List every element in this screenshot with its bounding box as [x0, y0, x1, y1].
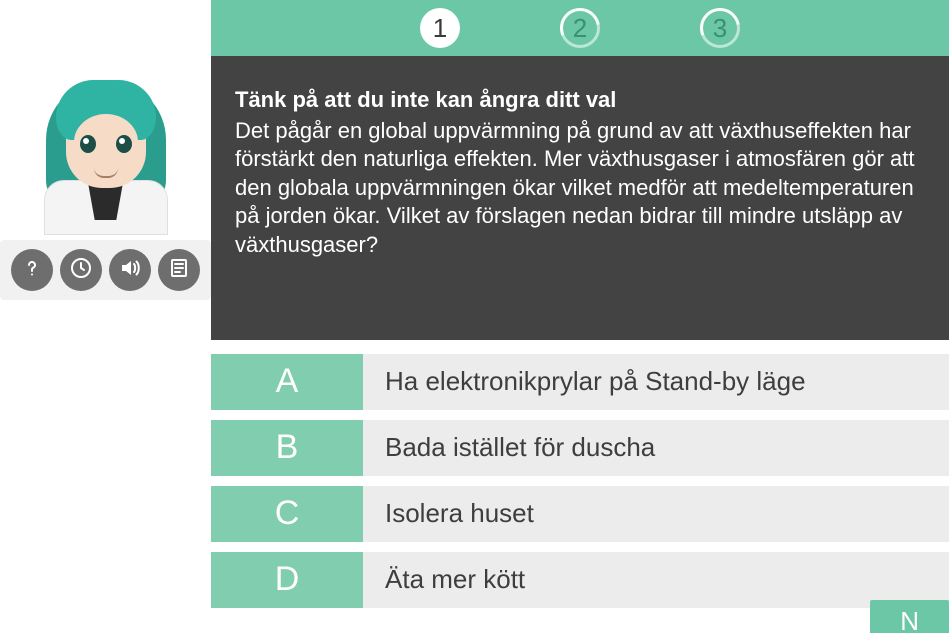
- answer-text: Ha elektronikprylar på Stand-by läge: [363, 354, 949, 410]
- question-body: Det pågår en global uppvärmning på grund…: [235, 117, 925, 260]
- main-panel: 1 2 3 Tänk på att du inte kan ångra ditt…: [211, 0, 949, 608]
- step-label: 3: [713, 13, 727, 44]
- answer-letter: B: [211, 420, 363, 476]
- clock-icon: [69, 256, 93, 285]
- answer-letter: A: [211, 354, 363, 410]
- question-box: Tänk på att du inte kan ångra ditt val D…: [211, 56, 949, 340]
- answer-letter: C: [211, 486, 363, 542]
- question-warning: Tänk på att du inte kan ångra ditt val: [235, 86, 925, 115]
- next-button[interactable]: N: [870, 600, 949, 633]
- side-toolbar: [0, 240, 211, 300]
- tutor-avatar: [36, 70, 176, 230]
- answer-list: A Ha elektronikprylar på Stand-by läge B…: [211, 340, 949, 608]
- transcript-button[interactable]: [158, 249, 200, 291]
- answer-option-a[interactable]: A Ha elektronikprylar på Stand-by läge: [211, 354, 949, 410]
- step-2[interactable]: 2: [560, 8, 600, 48]
- step-label: 1: [433, 13, 447, 44]
- sound-button[interactable]: [109, 249, 151, 291]
- answer-text: Isolera huset: [363, 486, 949, 542]
- step-bar: 1 2 3: [211, 0, 949, 56]
- next-label: N: [900, 606, 919, 633]
- sound-icon: [118, 256, 142, 285]
- help-button[interactable]: [11, 249, 53, 291]
- transcript-icon: [167, 256, 191, 285]
- help-icon: [20, 256, 44, 285]
- answer-option-c[interactable]: C Isolera huset: [211, 486, 949, 542]
- step-label: 2: [573, 13, 587, 44]
- avatar-area: [0, 70, 211, 230]
- answer-text: Bada istället för duscha: [363, 420, 949, 476]
- next-area: N: [211, 600, 949, 633]
- timer-button[interactable]: [60, 249, 102, 291]
- step-3[interactable]: 3: [700, 8, 740, 48]
- answer-option-b[interactable]: B Bada istället för duscha: [211, 420, 949, 476]
- step-1[interactable]: 1: [420, 8, 460, 48]
